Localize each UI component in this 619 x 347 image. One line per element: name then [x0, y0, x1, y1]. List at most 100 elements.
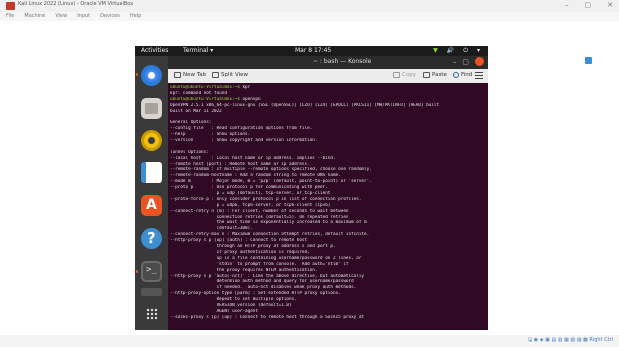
- paste-icon: [423, 72, 430, 78]
- terminal-line-text: --http-proxy s p [up] [auth] : Connect t…: [170, 238, 308, 244]
- terminal-line-text: the wait time is exponentially increased…: [170, 220, 367, 226]
- search-icon: [453, 72, 459, 78]
- terminal-line-text: kpr: [242, 85, 251, 90]
- host-menubar: File Machine View Input Devices Help: [0, 12, 619, 21]
- terminal-window[interactable]: ~ : bash — Konsole – ▢ New Tab Split Vie…: [168, 56, 488, 330]
- find-label: Find: [461, 72, 473, 78]
- terminal-line-text: connection retries (default=5). On repea…: [170, 214, 349, 220]
- find-button[interactable]: Find: [453, 72, 472, 78]
- copy-button[interactable]: Copy: [393, 72, 416, 78]
- files-icon[interactable]: [141, 98, 162, 119]
- terminal-line-text: --http-proxy s p 'auto[-nct]' : Like the…: [170, 273, 365, 279]
- terminal-line-text: --remote host [port] : Remote host name …: [170, 161, 310, 167]
- terminal-minimize-button[interactable]: –: [453, 58, 457, 66]
- hamburger-menu-icon[interactable]: [475, 72, 483, 79]
- menu-help[interactable]: Help: [130, 13, 141, 19]
- terminal-line-text: --connect-retry-max n : Maximum connecti…: [170, 232, 370, 238]
- new-tab-button[interactable]: New Tab: [174, 72, 206, 78]
- terminal-line-text: --socks-proxy s [p] [up] : Connect to re…: [170, 314, 365, 320]
- new-tab-icon: [174, 72, 181, 78]
- vm-screen[interactable]: Activities Terminal ▾ Mar 8 17:45 ▼ 🔊 ⏻ …: [135, 46, 488, 330]
- terminal-titlebar: ~ : bash — Konsole – ▢: [168, 56, 488, 69]
- split-view-icon: [212, 72, 219, 78]
- terminal-line-text: VERSION version (default=1.0): [170, 302, 292, 308]
- terminal-line-text: through an HTTP proxy at address s and p…: [170, 244, 336, 250]
- terminal-line-text: AGENT user-agent: [170, 308, 258, 314]
- power-icon[interactable]: ⏻: [463, 47, 468, 55]
- terminal-output[interactable]: ubuntu@ubuntu-VirtualBox:~$ kpr kpr: comm…: [170, 85, 486, 329]
- host-menu: File Machine View Input Devices Help: [6, 13, 141, 19]
- terminal-window-controls: – ▢: [453, 57, 484, 66]
- terminal-line-text: General Options:: [170, 120, 212, 126]
- terminal-line-text: --proto-force p : only consider protocol…: [170, 196, 362, 202]
- chromium-icon[interactable]: [141, 65, 162, 86]
- menu-input[interactable]: Input: [77, 13, 90, 19]
- chevron-down-icon[interactable]: ▾: [477, 47, 480, 55]
- terminal-line: --socks-proxy s [p] [up] : Connect to re…: [170, 315, 486, 321]
- terminal-line-text: Repeat to set multiple options.: [170, 297, 297, 303]
- network-icon[interactable]: ▼: [433, 47, 438, 55]
- terminal-line-text: openvpn: [242, 96, 261, 102]
- terminal-line-text: If proxy authentication is required,: [170, 249, 310, 255]
- terminal-maximize-button[interactable]: ▢: [462, 58, 469, 66]
- trash-icon[interactable]: [141, 288, 162, 296]
- volume-icon[interactable]: 🔊: [447, 47, 454, 55]
- terminal-line-text: --http-proxy-option type [parm] : Set ex…: [170, 291, 341, 297]
- terminal-line-text: --help : Show options.: [170, 132, 251, 138]
- rhythmbox-icon[interactable]: [141, 130, 162, 151]
- new-tab-label: New Tab: [183, 72, 207, 78]
- copy-label: Copy: [402, 72, 416, 78]
- host-window-controls: – ▢ ✕: [565, 1, 613, 9]
- terminal-line-text: Tunnel Options:: [170, 149, 209, 155]
- host-window-title: Kali Linux 2022 (Linux) - Oracle VM Virt…: [18, 1, 134, 7]
- terminal-line-text: up is a file containing username/passwor…: [170, 255, 362, 261]
- terminal-line-text: --connect-retry n [m] : For client, numb…: [170, 208, 349, 214]
- clock[interactable]: Mar 8 17:45: [295, 47, 331, 54]
- shell-prompt: ubuntu@ubuntu-VirtualBox:~$: [170, 96, 243, 102]
- terminal-line-text: --remote-random : If multiple --remote o…: [170, 167, 372, 173]
- show-applications-icon[interactable]: [146, 308, 158, 320]
- host-titlebar: Kali Linux 2022 (Linux) - Oracle VM Virt…: [0, 0, 619, 12]
- terminal-line-text: p = udp6, tcp6-server, or tcp6-client (i…: [170, 202, 331, 208]
- terminal-line-text: p = udp (default), tcp-server, or tcp-cl…: [170, 191, 331, 197]
- menu-machine[interactable]: Machine: [24, 13, 45, 19]
- terminal-line-text: --version : Show copyright and version i…: [170, 138, 318, 144]
- software-icon[interactable]: [141, 195, 162, 216]
- menu-file[interactable]: File: [6, 13, 14, 19]
- close-button[interactable]: ✕: [607, 1, 613, 9]
- menu-devices[interactable]: Devices: [100, 13, 120, 19]
- terminal-line-text: --config file : Read configuration optio…: [170, 126, 313, 132]
- terminal-icon[interactable]: [141, 261, 162, 282]
- system-tray[interactable]: ▼ 🔊 ⏻ ▾: [433, 47, 480, 55]
- minimize-button[interactable]: –: [565, 1, 569, 9]
- terminal-line-text: OpenVPN 2.5.1 x86_64-pc-linux-gnu [SSL (…: [170, 102, 440, 108]
- terminal-line-text: --local host : Local host name or ip add…: [170, 155, 336, 161]
- dock: [135, 56, 168, 330]
- terminal-title: ~ : bash — Konsole: [313, 58, 372, 65]
- terminal-line-text: the proxy requires NTLM authentication.: [170, 267, 318, 273]
- paste-button[interactable]: Paste: [423, 72, 447, 78]
- side-badge-icon: [585, 57, 592, 64]
- terminal-line-text: --mode m : Major mode, m = 'p2p' (defaul…: [170, 179, 372, 185]
- terminal-line-text: 'stdin' to prompt from console. Add auth…: [170, 261, 349, 267]
- top-bar: Activities Terminal ▾ Mar 8 17:45 ▼ 🔊 ⏻ …: [135, 46, 488, 56]
- terminal-line-text: --proto p : Use protocol p for communica…: [170, 185, 328, 191]
- activities-button[interactable]: Activities: [141, 47, 168, 54]
- shell-prompt: ubuntu@ubuntu-VirtualBox:~$: [170, 85, 243, 90]
- terminal-line-text: determine auth method and query for user…: [170, 279, 354, 285]
- terminal-line-text: (default=300).: [170, 226, 253, 232]
- terminal-line-text: kpr: command not found: [170, 90, 227, 96]
- terminal-close-button[interactable]: [475, 57, 484, 66]
- terminal-line-text: if needed. auto-nct disables weak proxy …: [170, 285, 357, 291]
- split-view-label: Split View: [221, 72, 248, 78]
- status-indicators: 🖫 ◉ ◈ ▣ ▤ ▥ ▦ ▧ ▨ ▩ Right Ctrl: [527, 337, 613, 343]
- app-menu-button[interactable]: Terminal ▾: [183, 47, 213, 54]
- maximize-button[interactable]: ▢: [585, 1, 592, 9]
- split-view-button[interactable]: Split View: [212, 72, 248, 78]
- paste-label: Paste: [432, 72, 447, 78]
- help-icon[interactable]: [141, 228, 162, 249]
- running-indicator: [136, 73, 138, 76]
- menu-view[interactable]: View: [55, 13, 67, 19]
- host-status-bar: 🖫 ◉ ◈ ▣ ▤ ▥ ▦ ▧ ▨ ▩ Right Ctrl: [0, 335, 619, 347]
- writer-icon[interactable]: [141, 162, 162, 183]
